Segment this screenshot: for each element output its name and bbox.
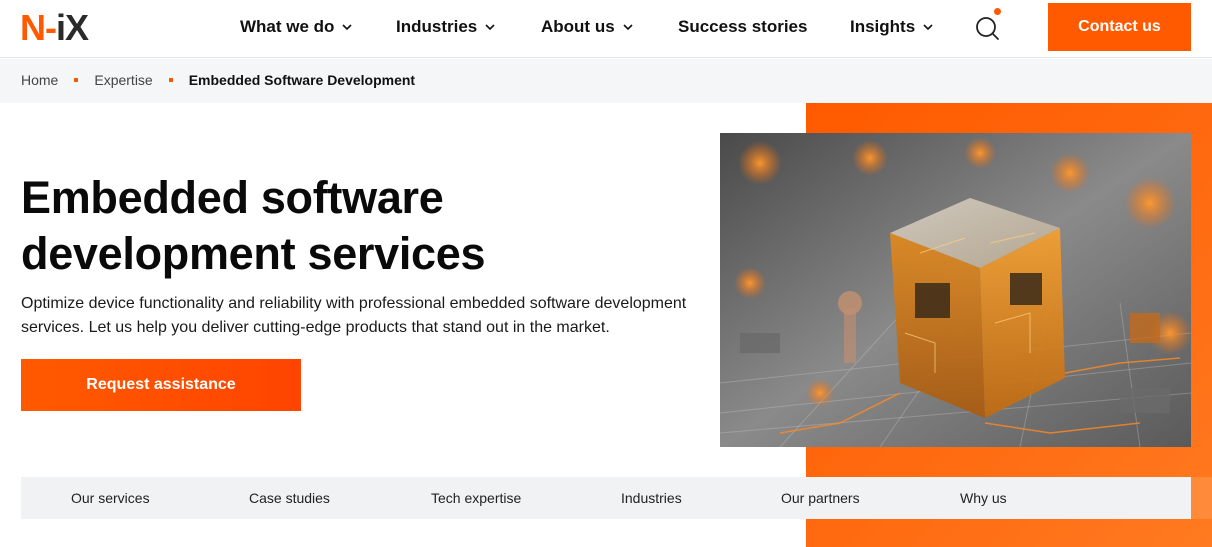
subnav-item-our-partners[interactable]: Our partners <box>781 477 860 519</box>
subnav-item-our-services[interactable]: Our services <box>71 477 150 519</box>
contact-us-button[interactable]: Contact us <box>1048 3 1191 51</box>
section-subnav: Our services Case studies Tech expertise… <box>21 477 1191 519</box>
hero-description-line2: services. Let us help you deliver cuttin… <box>21 319 610 336</box>
hero-title: Embedded software development services <box>21 170 661 282</box>
breadcrumb-home[interactable]: Home <box>21 72 58 88</box>
nav-item-label: Industries <box>396 17 478 36</box>
nav-item-label: Success stories <box>678 17 808 36</box>
hero-chip-image <box>720 133 1191 447</box>
subnav-edge <box>1191 477 1212 519</box>
nav-item-label: About us <box>541 17 615 36</box>
nav-item-what-we-do[interactable]: What we do <box>240 0 396 54</box>
nav-item-industries[interactable]: Industries <box>396 0 541 54</box>
chevron-down-icon <box>622 21 634 33</box>
breadcrumb-expertise[interactable]: Expertise <box>94 72 152 88</box>
subnav-item-case-studies[interactable]: Case studies <box>249 477 330 519</box>
main-nav: What we do Industries About us Success s… <box>240 0 950 54</box>
notification-dot <box>994 8 1001 15</box>
logo-letters-ix: iX <box>56 7 89 48</box>
subnav-item-industries[interactable]: Industries <box>621 477 682 519</box>
subnav-item-tech-expertise[interactable]: Tech expertise <box>431 477 521 519</box>
hero-title-line1: Embedded software <box>21 172 444 223</box>
hero-description-line1: Optimize device functionality and reliab… <box>21 295 687 312</box>
breadcrumb-separator <box>74 78 79 82</box>
hero-description: Optimize device functionality and reliab… <box>21 292 711 340</box>
request-assistance-button[interactable]: Request assistance <box>21 359 301 411</box>
chevron-down-icon <box>484 21 496 33</box>
nav-item-label: What we do <box>240 17 335 36</box>
subnav-item-why-us[interactable]: Why us <box>960 477 1007 519</box>
n-ix-logo[interactable]: N - iX <box>20 7 89 48</box>
nav-item-label: Insights <box>850 17 916 36</box>
nav-item-about-us[interactable]: About us <box>541 0 678 54</box>
chevron-down-icon <box>922 21 934 33</box>
nav-item-success-stories[interactable]: Success stories <box>678 0 850 54</box>
breadcrumb: Home Expertise Embedded Software Develop… <box>21 72 415 88</box>
hero-title-line2: development services <box>21 228 486 279</box>
search-icon[interactable] <box>975 8 1001 42</box>
breadcrumb-bar: Home Expertise Embedded Software Develop… <box>0 59 1212 103</box>
chevron-down-icon <box>341 21 353 33</box>
logo-letter-n: N <box>20 7 46 48</box>
breadcrumb-separator <box>168 78 173 82</box>
site-header: N - iX What we do Industries About us Succ… <box>0 0 1212 58</box>
breadcrumb-current: Embedded Software Development <box>188 72 416 88</box>
logo-dash: - <box>45 7 57 48</box>
nav-item-insights[interactable]: Insights <box>850 0 950 54</box>
